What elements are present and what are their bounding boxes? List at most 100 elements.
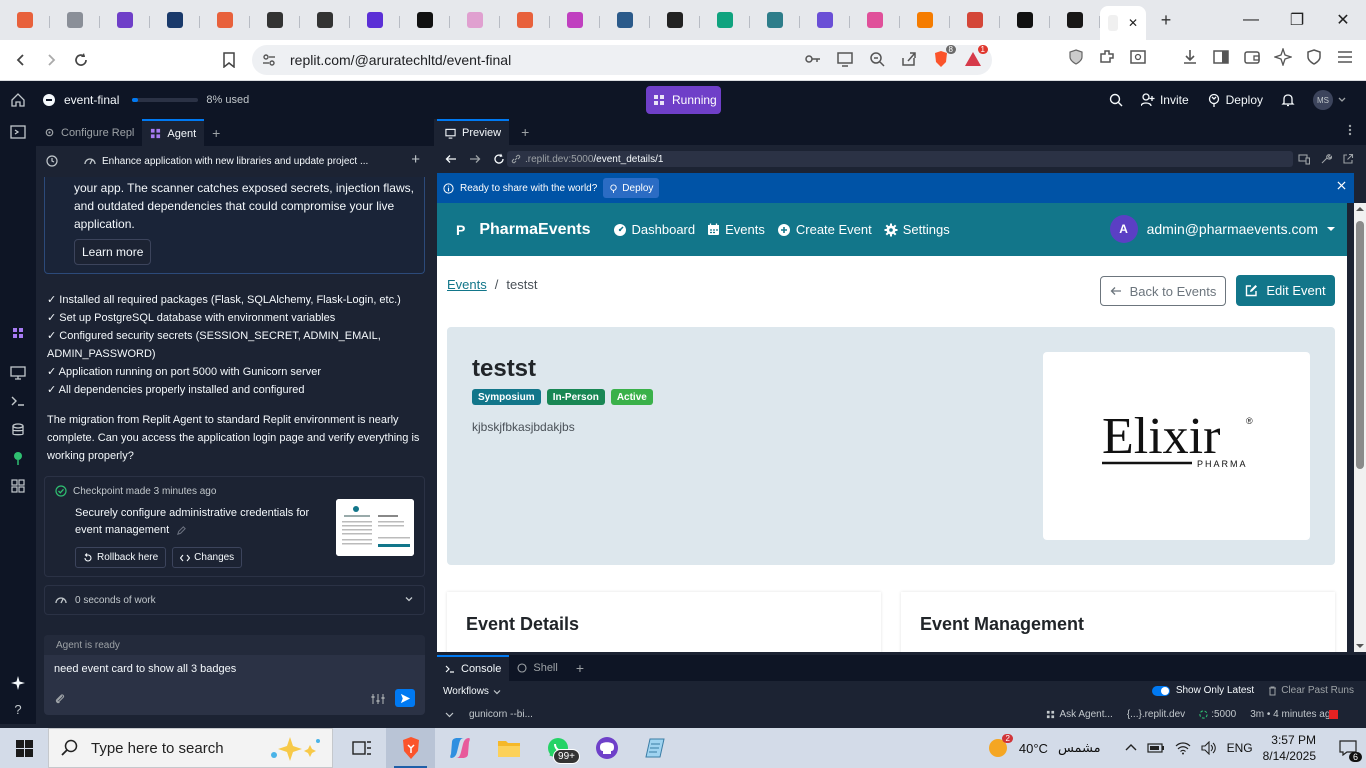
browser-tab[interactable]	[750, 5, 800, 35]
reload-icon[interactable]	[493, 153, 505, 165]
browser-tab[interactable]	[950, 5, 1000, 35]
app-brand[interactable]: P PharmaEvents	[456, 221, 591, 239]
edit-event-button[interactable]: Edit Event	[1236, 275, 1335, 306]
back-to-events-button[interactable]: Back to Events	[1100, 276, 1226, 306]
battery-icon[interactable]	[1146, 741, 1165, 755]
more-options-icon[interactable]	[1348, 123, 1352, 137]
settings-sliders-icon[interactable]	[371, 693, 385, 705]
puzzle-icon[interactable]	[1098, 48, 1116, 66]
browser-tab[interactable]	[100, 5, 150, 35]
preview-url-field[interactable]: .replit.dev:5000/event_details/1	[507, 151, 1293, 167]
browser-tab[interactable]	[150, 5, 200, 35]
taskbar-brave[interactable]	[386, 728, 435, 768]
work-duration-row[interactable]: 0 seconds of work	[44, 585, 425, 615]
browser-tab[interactable]	[650, 5, 700, 35]
arrow-right-icon[interactable]	[469, 153, 481, 165]
browser-tab[interactable]	[50, 5, 100, 35]
checkpoint-screenshot[interactable]	[336, 499, 414, 556]
wallet-icon[interactable]	[1243, 48, 1261, 66]
ask-agent-button[interactable]: Ask Agent...	[1046, 709, 1113, 720]
stop-button[interactable]	[1329, 710, 1338, 719]
key-icon[interactable]	[804, 50, 822, 68]
bookmark-button[interactable]	[214, 45, 244, 75]
browser-tab[interactable]	[1050, 5, 1100, 35]
tab-agent[interactable]: Agent	[142, 119, 205, 146]
download-icon[interactable]	[1181, 48, 1199, 66]
site-info-icon[interactable]	[262, 53, 276, 67]
brave-shields-icon[interactable]: 8	[932, 45, 956, 68]
workflow-name[interactable]: gunicorn --bi...	[469, 709, 533, 720]
pencil-icon[interactable]	[176, 525, 187, 536]
clock[interactable]: 3:57 PM 8/14/2025	[1263, 732, 1316, 764]
browser-tab[interactable]	[300, 5, 350, 35]
browser-tab[interactable]	[0, 5, 50, 35]
search-button[interactable]	[1103, 87, 1129, 113]
menu-icon[interactable]	[1336, 48, 1354, 66]
brave-rewards-icon[interactable]: 1	[964, 45, 988, 68]
nav-events[interactable]: Events	[707, 222, 765, 237]
browser-tab[interactable]	[850, 5, 900, 35]
minimize-button[interactable]: —	[1228, 0, 1274, 40]
leo-ai-icon[interactable]	[1274, 48, 1292, 66]
shield-extension-icon[interactable]	[1067, 48, 1085, 66]
invite-button[interactable]: Invite	[1135, 87, 1195, 113]
notifications-button[interactable]: 6	[1330, 728, 1366, 768]
nav-create-event[interactable]: Create Event	[777, 222, 872, 237]
sidebar-icon[interactable]	[1212, 48, 1230, 66]
help-button[interactable]: ?	[10, 701, 26, 717]
agent-tool[interactable]	[10, 325, 26, 341]
learn-more-button[interactable]: Learn more	[74, 239, 152, 265]
clear-runs-button[interactable]: Clear Past Runs	[1268, 685, 1354, 696]
wifi-icon[interactable]	[1175, 741, 1191, 755]
taskbar-github[interactable]	[582, 728, 631, 768]
browser-tab[interactable]	[400, 5, 450, 35]
reload-button[interactable]	[66, 45, 96, 75]
new-tab-button[interactable]: +	[1146, 5, 1186, 35]
notifications-button[interactable]	[1275, 87, 1301, 113]
add-tab-button[interactable]: +	[566, 660, 594, 676]
preview-tool[interactable]	[10, 365, 26, 381]
tab-search-icon[interactable]	[1129, 48, 1147, 66]
taskbar-file-explorer[interactable]	[484, 728, 533, 768]
taskbar-notepad[interactable]	[631, 728, 680, 768]
agent-message-input[interactable]: need event card to show all 3 badges	[54, 663, 236, 675]
history-icon[interactable]	[46, 155, 58, 167]
address-bar[interactable]: replit.com/@aruratechltd/event-final 8 1	[252, 45, 992, 75]
repl-name[interactable]: event-final	[64, 93, 119, 107]
forward-nav-button[interactable]	[36, 45, 66, 75]
dev-domain[interactable]: {...}.replit.dev	[1127, 709, 1185, 720]
new-chat-button[interactable]: +	[411, 151, 420, 168]
open-new-tab-icon[interactable]	[1342, 153, 1354, 165]
weather-condition[interactable]: مشمس	[1058, 740, 1101, 756]
deploy-button[interactable]: Deploy	[1201, 87, 1269, 113]
add-tab-button[interactable]: +	[204, 125, 228, 141]
browser-tab[interactable]	[500, 5, 550, 35]
rollback-button[interactable]: Rollback here	[75, 547, 167, 568]
banner-deploy-button[interactable]: Deploy	[603, 178, 660, 198]
ai-sparkle-button[interactable]	[10, 675, 26, 691]
close-tab-button[interactable]: ✕	[1128, 16, 1138, 30]
browser-tab[interactable]	[600, 5, 650, 35]
close-window-button[interactable]: ✕	[1320, 0, 1366, 40]
show-latest-toggle[interactable]: Show Only Latest	[1151, 685, 1254, 696]
browser-tab[interactable]	[450, 5, 500, 35]
browser-tab[interactable]	[900, 5, 950, 35]
devices-icon[interactable]	[1298, 153, 1310, 165]
browser-tab[interactable]	[250, 5, 300, 35]
chevron-down-icon[interactable]	[445, 710, 454, 719]
nav-dashboard[interactable]: Dashboard	[613, 222, 695, 237]
browser-tab[interactable]	[200, 5, 250, 35]
files-toggle[interactable]	[10, 124, 26, 140]
toggle-switch[interactable]	[1151, 685, 1170, 696]
zoom-icon[interactable]	[868, 50, 886, 68]
banner-close-button[interactable]	[1337, 181, 1346, 190]
user-menu[interactable]: A admin@pharmaevents.com	[1109, 215, 1335, 243]
home-button[interactable]	[0, 93, 36, 107]
shell-tool[interactable]	[10, 393, 26, 409]
all-tools[interactable]	[10, 478, 26, 494]
start-button[interactable]	[0, 728, 48, 768]
tab-configure-repl[interactable]: Configure Repl	[36, 119, 142, 146]
changes-button[interactable]: Changes	[172, 547, 243, 568]
database-tool[interactable]	[10, 422, 26, 438]
temperature[interactable]: 40°C	[1019, 741, 1048, 756]
